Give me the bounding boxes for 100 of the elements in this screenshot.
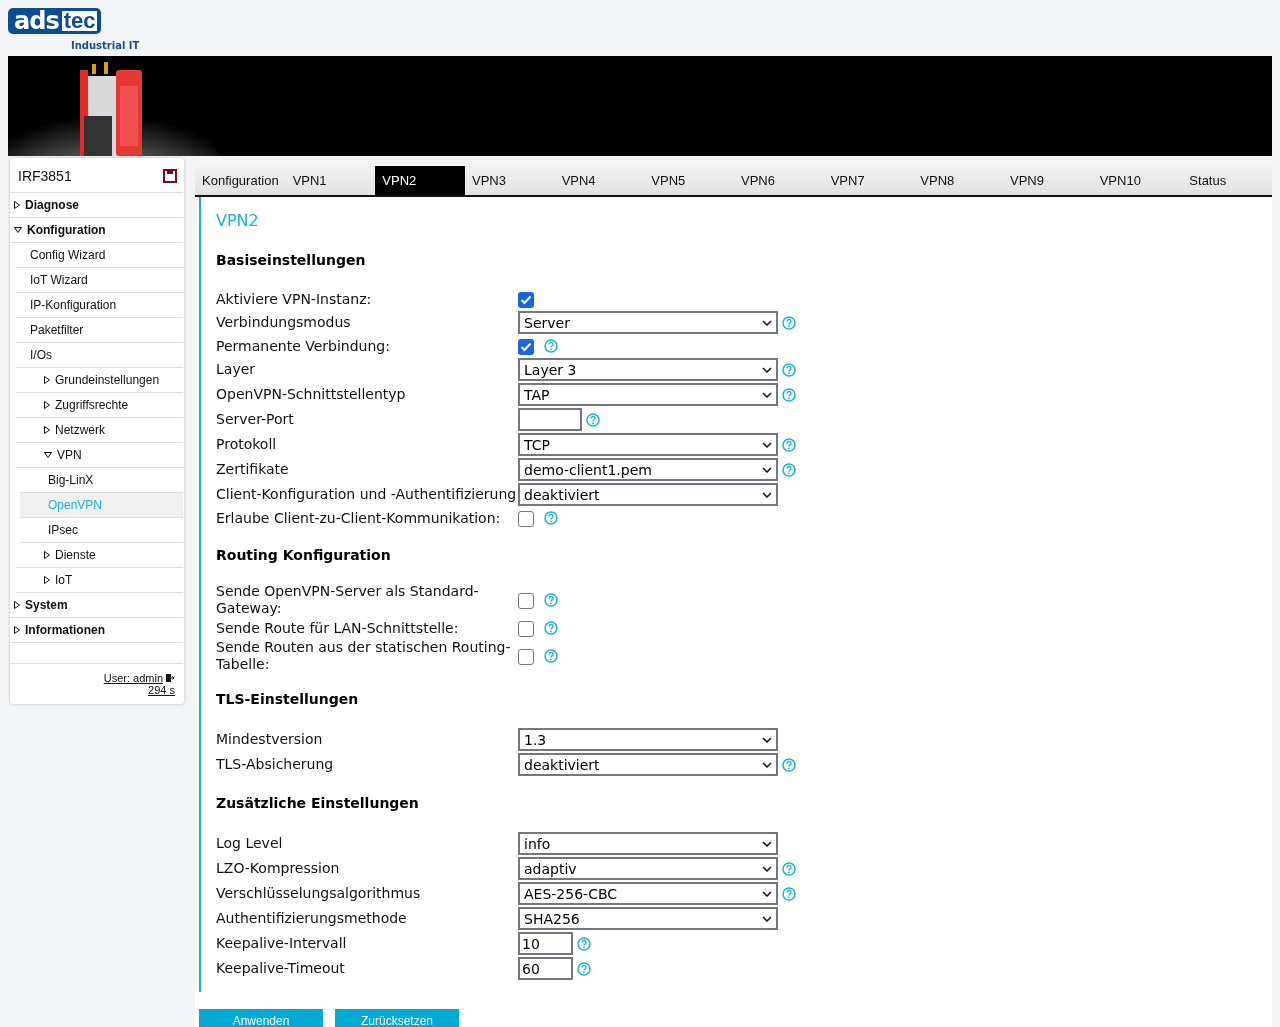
tab[interactable]: VPN7 [823, 166, 914, 195]
help-icon[interactable] [782, 861, 796, 876]
tab[interactable]: VPN3 [464, 166, 555, 195]
input-field[interactable] [518, 408, 582, 431]
sidebar-item[interactable]: Grundeinstellungen [16, 368, 183, 393]
help-icon[interactable] [577, 936, 591, 951]
help-icon[interactable] [586, 412, 600, 427]
sidebar-item[interactable]: Konfiguration [10, 218, 183, 243]
help-icon[interactable] [782, 362, 796, 377]
chevron-down-icon [762, 441, 772, 448]
triangle-right-icon [14, 601, 20, 609]
sidebar-item[interactable]: System [10, 593, 183, 618]
chevron-down-icon [762, 391, 772, 398]
select-field[interactable]: deaktiviert [518, 483, 778, 506]
sidebar-item[interactable]: Diagnose [10, 193, 183, 218]
help-icon[interactable] [782, 462, 796, 477]
select-field[interactable]: Server [518, 311, 778, 334]
select-field[interactable]: adaptiv [518, 857, 778, 880]
chevron-down-icon [762, 840, 772, 847]
chevron-down-icon [762, 319, 772, 326]
help-icon[interactable] [544, 621, 558, 635]
field-label: Protokoll [216, 436, 278, 453]
triangle-right-icon [14, 626, 20, 634]
select-field[interactable]: AES-256-CBC [518, 882, 778, 905]
select-field[interactable]: SHA256 [518, 907, 778, 930]
section-heading: Basiseinstellungen [216, 252, 367, 268]
triangle-right-icon [44, 376, 50, 384]
help-icon[interactable] [544, 339, 558, 353]
help-icon[interactable] [782, 315, 796, 330]
logout-icon[interactable] [165, 673, 175, 683]
select-field[interactable]: info [518, 832, 778, 855]
checkbox[interactable] [518, 621, 534, 637]
select-field[interactable]: Layer 3 [518, 358, 778, 381]
sidebar-item[interactable]: Config Wizard [16, 243, 183, 268]
select-field[interactable]: 1.3 [518, 728, 778, 751]
checkbox[interactable] [518, 292, 534, 308]
session-timer[interactable]: 294 s [148, 684, 175, 696]
tab[interactable]: Status [1182, 166, 1272, 195]
select-field[interactable]: deaktiviert [518, 753, 778, 776]
help-icon[interactable] [782, 387, 796, 402]
help-icon[interactable] [544, 593, 558, 607]
triangle-right-icon [14, 201, 20, 209]
field-label: Authentifizierungsmethode [216, 910, 408, 927]
field-label: Sende OpenVPN-Server als Standard-Gateway: [216, 583, 480, 617]
tab[interactable]: VPN5 [644, 166, 734, 195]
chevron-down-icon [762, 890, 772, 897]
sidebar-item[interactable]: IoT Wizard [16, 268, 183, 293]
chevron-down-icon [762, 491, 772, 498]
chevron-down-icon [762, 915, 772, 922]
select-field[interactable]: demo-client1.pem [518, 458, 778, 481]
sidebar-item[interactable]: Dienste [16, 543, 183, 568]
checkbox[interactable] [518, 593, 534, 609]
tab[interactable]: VPN1 [285, 166, 376, 195]
chevron-down-icon [762, 736, 772, 743]
tab[interactable]: VPN4 [554, 166, 645, 195]
tab[interactable]: VPN8 [913, 166, 1003, 195]
field-label: Aktiviere VPN-Instanz: [216, 290, 373, 308]
logo-tagline: Industrial IT [71, 40, 140, 51]
sidebar-item[interactable]: Informationen [10, 618, 183, 643]
field-label: Verschlüsselungsalgorithmus [216, 885, 422, 902]
help-icon[interactable] [577, 961, 591, 976]
sidebar-item[interactable]: IP-Konfiguration [16, 293, 183, 318]
field-label: Permanente Verbindung: [216, 337, 391, 355]
tab[interactable]: Konfiguration [195, 166, 286, 195]
field-label: OpenVPN-Schnittstellentyp [216, 386, 407, 403]
help-icon[interactable] [544, 649, 558, 663]
user-link[interactable]: User: admin [103, 672, 175, 684]
triangle-down-icon [14, 227, 22, 233]
select-field[interactable]: TAP [518, 383, 778, 406]
chevron-down-icon [762, 865, 772, 872]
field-label: Sende Routen aus der statischen Routing-Tabelle: [216, 639, 512, 673]
input-field[interactable]: 60 [518, 957, 573, 980]
tab[interactable]: VPN2 [375, 166, 465, 195]
tab[interactable]: VPN9 [1003, 166, 1093, 195]
sidebar-item[interactable]: VPN [16, 443, 183, 468]
sidebar-item[interactable]: IoT [16, 568, 183, 593]
checkbox[interactable] [518, 511, 534, 527]
tab[interactable]: VPN6 [734, 166, 824, 195]
sidebar-item[interactable]: IPsec [20, 518, 183, 543]
help-icon[interactable] [544, 511, 558, 525]
help-icon[interactable] [782, 757, 796, 772]
sidebar-item[interactable]: Netzwerk [16, 418, 183, 443]
field-label: Client-Konfiguration und -Authentifizierung [216, 486, 518, 503]
device-name: IRF3851 [18, 168, 72, 184]
sidebar-item[interactable]: Zugriffsrechte [16, 393, 183, 418]
checkbox[interactable] [518, 339, 534, 355]
field-label: Keepalive-Intervall [216, 935, 348, 952]
checkbox[interactable] [518, 649, 534, 665]
sidebar-item[interactable]: Paketfilter [16, 318, 183, 343]
tab[interactable]: VPN10 [1092, 166, 1183, 195]
sidebar-item[interactable]: I/Os [16, 343, 183, 368]
save-icon[interactable] [163, 169, 177, 183]
help-icon[interactable] [782, 437, 796, 452]
input-field[interactable]: 10 [518, 932, 573, 955]
triangle-right-icon [44, 576, 50, 584]
field-label: Log Level [216, 835, 284, 852]
help-icon[interactable] [782, 886, 796, 901]
field-label: Zertifikate [216, 461, 290, 478]
select-field[interactable]: TCP [518, 433, 778, 456]
chevron-down-icon [762, 466, 772, 473]
